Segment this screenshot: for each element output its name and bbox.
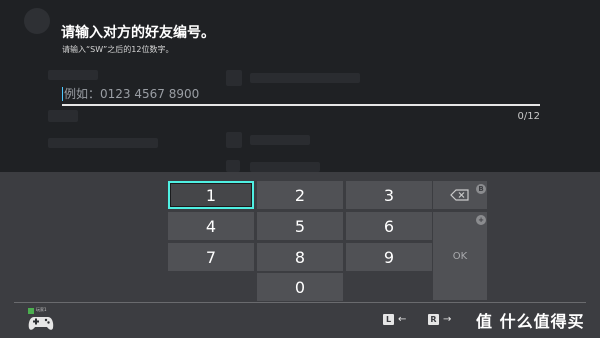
dialog-title: 请输入对方的好友编号。	[61, 25, 215, 41]
footer-divider	[14, 302, 586, 303]
key-5[interactable]: 5	[257, 212, 343, 240]
key-1[interactable]: 1	[168, 181, 254, 209]
l-button-icon: L	[383, 314, 394, 325]
player-color-indicator	[28, 308, 34, 314]
background-placeholder	[250, 162, 320, 172]
character-counter: 0/12	[517, 111, 540, 122]
right-arrow-icon: →	[443, 314, 452, 325]
ok-button[interactable]: OK	[433, 212, 487, 300]
background-placeholder	[48, 70, 98, 80]
l-button-hint[interactable]: L ←	[383, 314, 406, 325]
key-3[interactable]: 3	[346, 181, 432, 209]
plus-button-hint-icon: +	[476, 215, 486, 225]
key-6[interactable]: 6	[346, 212, 432, 240]
text-caret	[62, 87, 63, 101]
key-2[interactable]: 2	[257, 181, 343, 209]
watermark: 值 什么值得买	[476, 312, 585, 331]
background-placeholder	[250, 73, 360, 83]
ok-label: OK	[452, 250, 468, 262]
background-placeholder	[48, 138, 158, 148]
b-button-hint-icon: B	[476, 184, 486, 194]
user-avatar-icon	[24, 8, 50, 34]
controller-label: 玩家1	[36, 307, 47, 312]
background-placeholder	[48, 110, 78, 122]
left-arrow-icon: ←	[398, 314, 407, 325]
controller-indicator: 玩家1	[28, 307, 56, 332]
key-7[interactable]: 7	[168, 243, 254, 271]
background-placeholder	[226, 160, 240, 172]
friend-code-input[interactable]	[64, 84, 534, 104]
key-9[interactable]: 9	[346, 243, 432, 271]
gamepad-icon	[28, 317, 54, 330]
r-button-hint[interactable]: R →	[428, 314, 451, 325]
backspace-icon	[450, 189, 469, 201]
background-placeholder	[250, 135, 310, 145]
dialog-subtitle: 请输入“SW”之后的12位数字。	[62, 45, 174, 54]
background-placeholder	[226, 132, 242, 148]
r-button-icon: R	[428, 314, 439, 325]
friend-code-field[interactable]	[62, 84, 540, 106]
key-4[interactable]: 4	[168, 212, 254, 240]
key-0[interactable]: 0	[257, 273, 343, 301]
key-8[interactable]: 8	[257, 243, 343, 271]
